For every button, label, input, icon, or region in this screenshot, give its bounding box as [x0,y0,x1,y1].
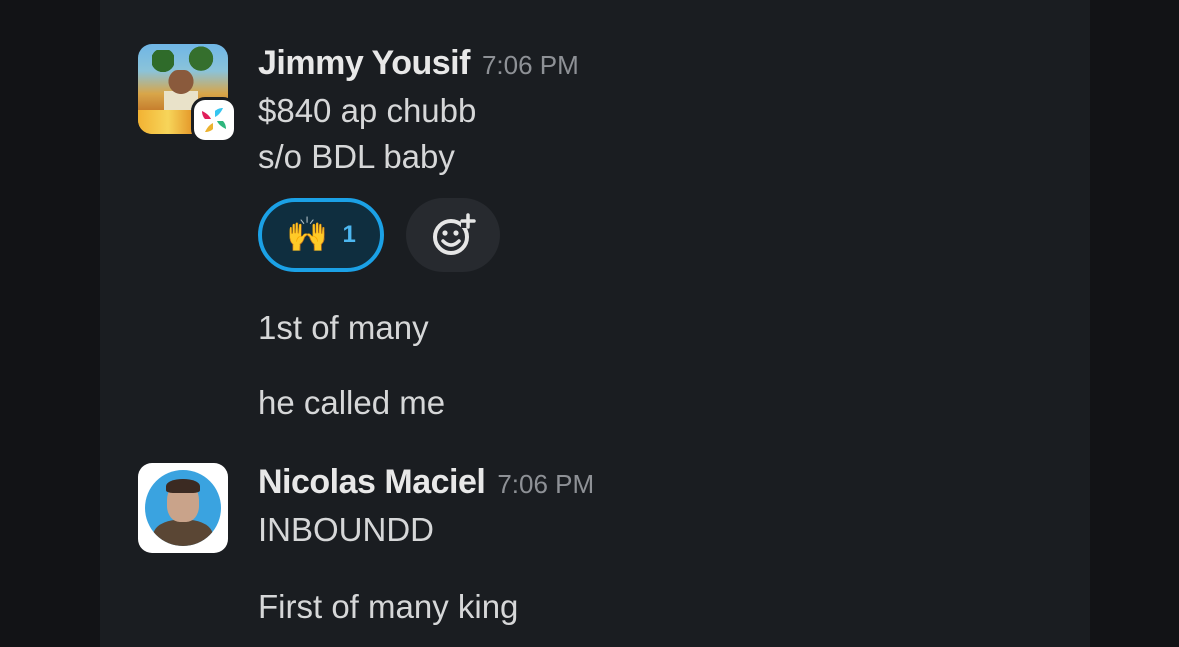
message-text: $840 ap chubb [258,92,477,129]
avatar-image-detail [145,470,221,546]
message-text: INBOUNDD [258,511,435,548]
reaction-bar: 🙌 1 [258,198,1018,272]
raised-hands-icon: 🙌 [286,215,329,255]
message-text: he called me [258,384,446,421]
user-avatar[interactable] [138,463,228,553]
add-reaction-icon [433,213,476,255]
app-badge-icon [194,100,234,140]
message-group[interactable]: Jimmy Yousif 7:06 PM $840 ap chubb s/o B… [138,44,1038,284]
message-text: 1st of many [258,309,429,346]
reaction-pill[interactable]: 🙌 1 [258,198,384,272]
avatar-image-detail [153,520,213,546]
message-text: s/o BDL baby [258,138,455,175]
message-text: First of many king [258,588,519,625]
reaction-count: 1 [342,221,356,248]
author-name[interactable]: Jimmy Yousif [258,44,470,83]
timestamp[interactable]: 7:06 PM [482,50,579,81]
avatar-image-detail [166,479,200,493]
message-header: Jimmy Yousif 7:06 PM [258,44,1018,88]
timestamp[interactable]: 7:06 PM [497,469,594,500]
add-reaction-button[interactable] [406,198,500,272]
author-name[interactable]: Nicolas Maciel [258,463,486,502]
message-header: Nicolas Maciel 7:06 PM [258,463,1018,507]
message-group[interactable]: Nicolas Maciel 7:06 PM INBOUNDD [138,463,1038,563]
